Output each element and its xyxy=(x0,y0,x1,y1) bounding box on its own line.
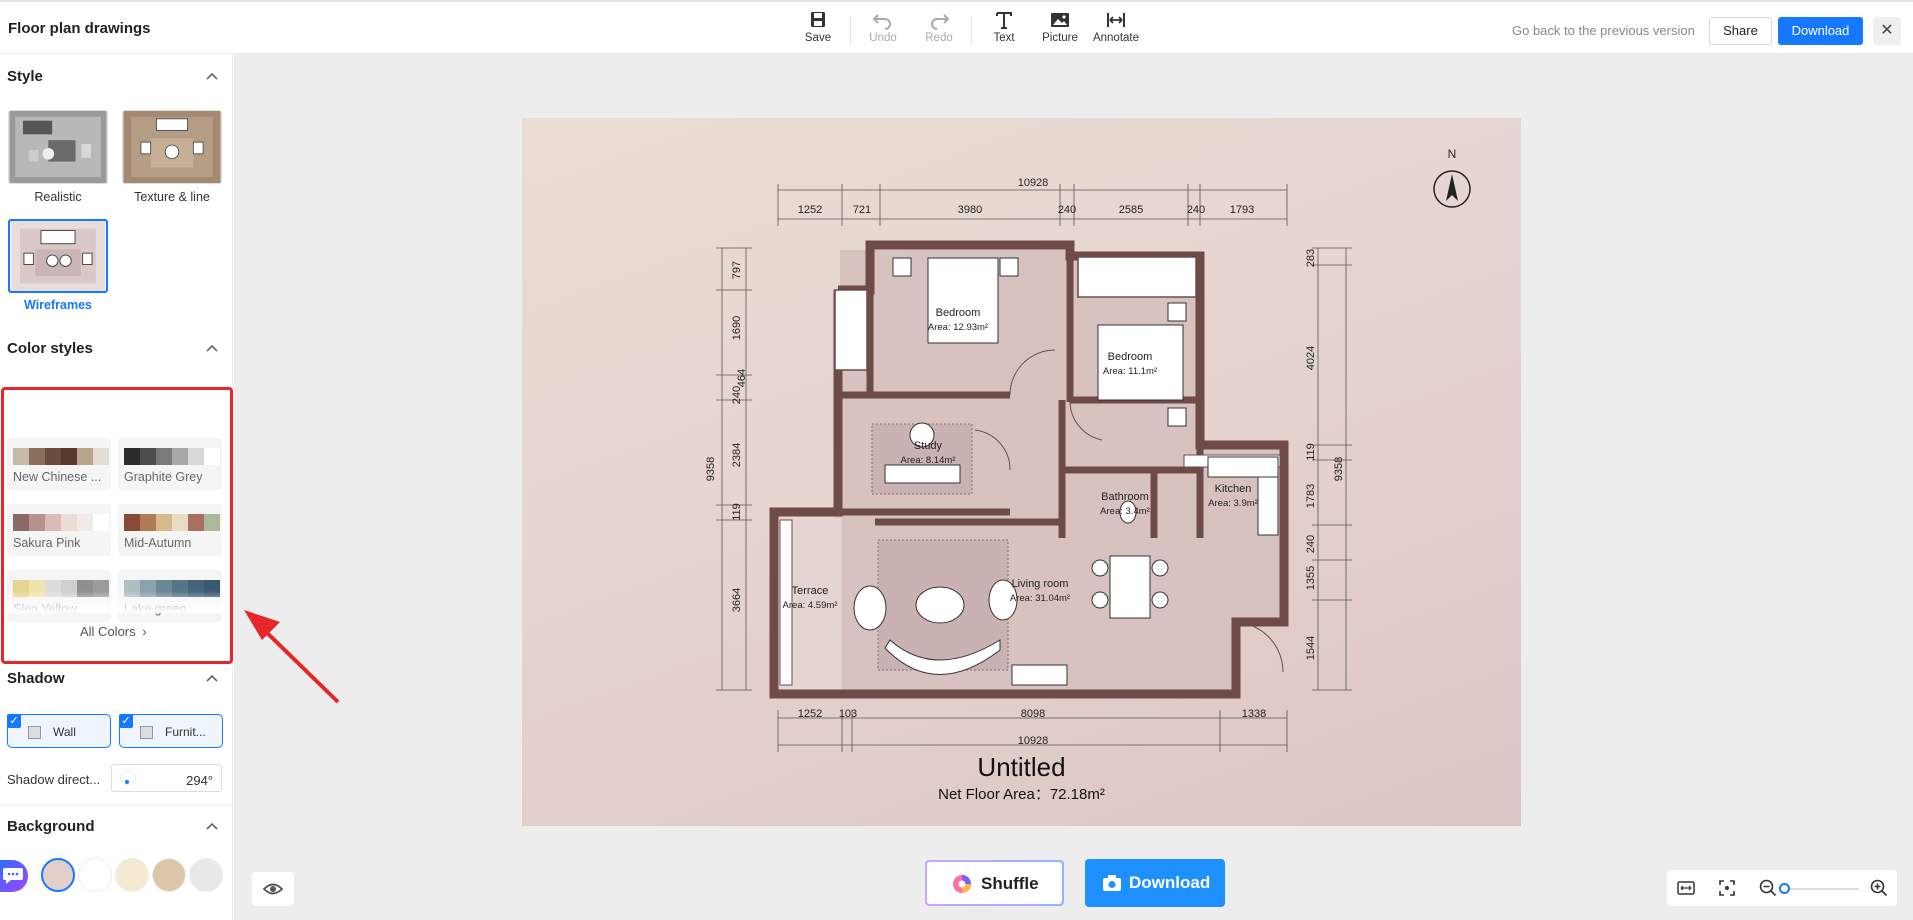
app-root: Floor plan drawings Save Undo Redo Text xyxy=(0,0,1913,920)
fit-width-icon[interactable] xyxy=(1677,879,1695,897)
room-name: Bedroom xyxy=(936,307,981,319)
window xyxy=(834,289,868,371)
dining-chair xyxy=(1151,559,1169,577)
lamp xyxy=(892,257,912,277)
zoom-out-icon[interactable] xyxy=(1759,879,1777,897)
dimension-label: 4024 xyxy=(1305,346,1317,370)
shuffle-button-inner: Shuffle xyxy=(927,862,1062,904)
room-area: Area: 31.04m² xyxy=(1010,593,1070,604)
shuffle-label: Shuffle xyxy=(981,874,1039,893)
dimension-label: 1252 xyxy=(798,204,822,216)
download-image-label: Download xyxy=(1129,873,1211,892)
dimension-label: 1783 xyxy=(1305,484,1317,508)
dimension-label: 240 xyxy=(1187,204,1205,216)
dimension-label: 1355 xyxy=(1305,566,1317,590)
room-area: Area: 11.1m² xyxy=(1103,366,1157,377)
room-name: Study xyxy=(914,440,943,452)
room-area: Area: 12.93m² xyxy=(928,322,988,333)
dimension-label: 1544 xyxy=(1305,636,1317,660)
room-area: Area: 3.4m² xyxy=(1100,506,1150,517)
room-name: Terrace xyxy=(792,585,829,597)
zoom-slider-handle[interactable] xyxy=(1779,883,1790,894)
camera-icon xyxy=(1103,875,1121,891)
window xyxy=(1077,256,1197,298)
dimension-label: 1690 xyxy=(731,316,743,340)
kitchen-counter xyxy=(1257,476,1279,536)
dimension-label: 464 xyxy=(736,369,748,387)
room-area: Area: 3.9m² xyxy=(1208,498,1258,509)
tv-cabinet xyxy=(1011,664,1068,686)
room-name: Kitchen xyxy=(1215,483,1252,495)
preview-toggle-button[interactable] xyxy=(252,872,294,906)
lamp xyxy=(999,257,1019,277)
dimension-label: 10928 xyxy=(1018,177,1049,189)
dimension-label: 9358 xyxy=(1333,457,1345,481)
fullscreen-icon[interactable] xyxy=(1718,879,1736,897)
dimension-label: 240 xyxy=(1058,204,1076,216)
zoom-controls xyxy=(1667,870,1897,906)
dimension-label: 8098 xyxy=(1021,708,1045,720)
room-name: Bedroom xyxy=(1108,351,1153,363)
dimension-label: 721 xyxy=(853,204,871,216)
floor-plan-walls xyxy=(769,240,1289,699)
compass-icon xyxy=(1433,170,1471,208)
dining-chair xyxy=(1091,591,1109,609)
armchair xyxy=(853,585,887,631)
dimension-label: 3664 xyxy=(731,588,743,612)
shuffle-button[interactable]: Shuffle xyxy=(925,860,1064,906)
dining-chair xyxy=(1091,559,1109,577)
dimension-label: 240 xyxy=(1305,535,1317,553)
plan-title[interactable]: Untitled xyxy=(522,752,1521,783)
dimension-label: 119 xyxy=(731,503,743,521)
lamp xyxy=(1167,302,1187,322)
dimension-label: 2384 xyxy=(731,443,743,467)
dimension-label: 240 xyxy=(731,386,743,404)
shuffle-icon xyxy=(953,875,971,893)
dimension-label: 797 xyxy=(731,261,743,279)
north-label: N xyxy=(1447,147,1457,161)
dimension-label: 283 xyxy=(1305,249,1317,267)
room-name: Bathroom xyxy=(1101,491,1149,503)
dimension-label: 119 xyxy=(1305,443,1317,461)
dimension-label: 10928 xyxy=(1018,735,1049,747)
room-area: Area: 4.59m² xyxy=(783,600,838,611)
room-area: Area: 8.14m² xyxy=(901,455,956,466)
room-name: Living room xyxy=(1012,578,1069,590)
dimension-label: 1793 xyxy=(1230,204,1254,216)
dining-chair xyxy=(1151,591,1169,609)
eye-icon xyxy=(262,883,284,895)
dimension-label: 2585 xyxy=(1119,204,1143,216)
coffee-table xyxy=(915,586,965,624)
dimension-label: 9358 xyxy=(705,457,717,481)
lamp xyxy=(1167,407,1187,427)
dimension-label: 103 xyxy=(839,708,857,720)
north-arrow: N xyxy=(1432,147,1472,211)
kitchen-counter xyxy=(1207,456,1279,478)
dining-table xyxy=(1109,555,1151,619)
dimension-label: 1252 xyxy=(798,708,822,720)
zoom-in-icon[interactable] xyxy=(1870,879,1888,897)
study-desk xyxy=(884,464,961,484)
download-image-button[interactable]: Download xyxy=(1085,859,1225,907)
net-floor-area: Net Floor Area：72.18m² xyxy=(938,786,1105,803)
dimension-label: 1338 xyxy=(1242,708,1266,720)
zoom-slider-track[interactable] xyxy=(1785,888,1859,890)
dimension-label: 3980 xyxy=(958,204,982,216)
